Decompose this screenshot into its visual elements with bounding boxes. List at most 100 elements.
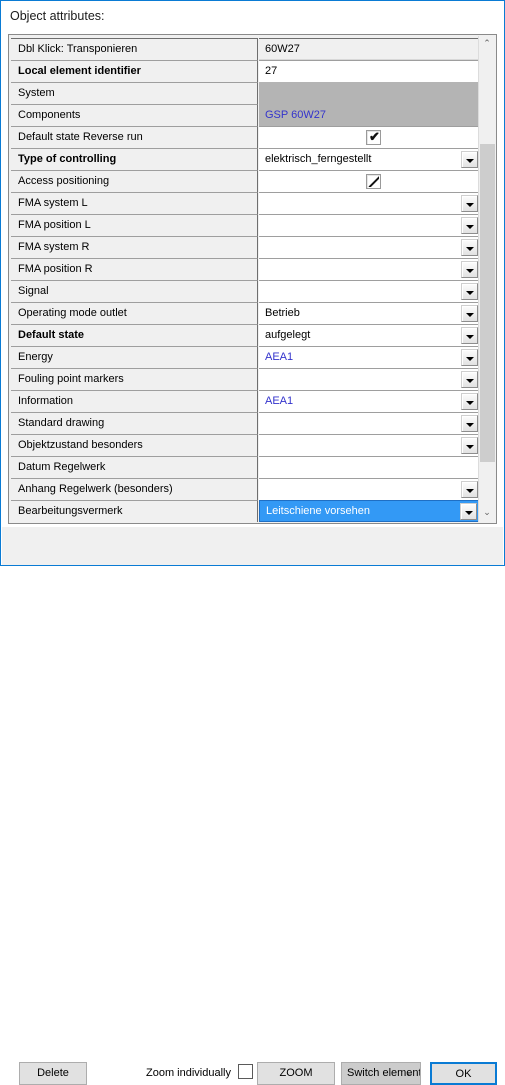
table-row[interactable]: Dbl Klick: Transponieren 60W27 xyxy=(10,38,480,60)
attribute-value[interactable] xyxy=(259,368,480,390)
attribute-label: Components xyxy=(11,104,258,126)
table-row[interactable]: Anhang Regelwerk (besonders) xyxy=(10,478,480,500)
dropdown-arrow-button[interactable] xyxy=(461,349,478,366)
attribute-value[interactable] xyxy=(259,412,480,434)
attribute-value[interactable]: 60W27 xyxy=(259,38,480,60)
zoom-individually-checkbox[interactable] xyxy=(238,1064,253,1079)
table-row[interactable]: FMA position R xyxy=(10,258,480,280)
zoom-individually-label: Zoom individually xyxy=(146,1067,231,1079)
table-row[interactable]: Local element identifier 27 xyxy=(10,60,480,82)
attribute-label: Access positioning xyxy=(11,170,258,192)
table-row[interactable]: Energy AEA1 xyxy=(10,346,480,368)
attribute-label: Type of controlling xyxy=(11,148,258,170)
delete-button[interactable]: Delete xyxy=(19,1062,87,1085)
scroll-down-arrow-icon[interactable]: ⌄ xyxy=(479,505,495,522)
attribute-value[interactable] xyxy=(259,170,480,192)
dropdown-arrow-button[interactable] xyxy=(461,371,478,388)
dropdown-arrow-button[interactable] xyxy=(461,151,478,168)
attribute-value[interactable] xyxy=(259,192,480,214)
scrollbar-thumb[interactable] xyxy=(480,144,495,462)
vertical-scrollbar[interactable]: ⌃ ⌄ xyxy=(478,36,495,522)
attribute-value[interactable] xyxy=(259,82,480,104)
attribute-value[interactable]: Leitschiene vorsehen xyxy=(259,500,480,522)
table-row[interactable]: FMA system R xyxy=(10,236,480,258)
table-row[interactable]: Components GSP 60W27 xyxy=(10,104,480,126)
table-row[interactable]: Default state Reverse run ✔ xyxy=(10,126,480,148)
caret-down-icon xyxy=(466,401,474,405)
attribute-value-text: elektrisch_ferngestellt xyxy=(265,153,372,165)
table-row[interactable]: Information AEA1 xyxy=(10,390,480,412)
caret-down-icon xyxy=(466,335,474,339)
dropdown-arrow-button[interactable] xyxy=(461,283,478,300)
dialog-header: Object attributes: xyxy=(1,1,504,33)
dropdown-arrow-button[interactable] xyxy=(461,239,478,256)
attribute-value[interactable] xyxy=(259,434,480,456)
dropdown-arrow-button[interactable] xyxy=(460,503,477,520)
attribute-label: Information xyxy=(11,390,258,412)
zoom-button[interactable]: ZOOM xyxy=(257,1062,335,1085)
dropdown-arrow-button[interactable] xyxy=(461,393,478,410)
dropdown-arrow-button[interactable] xyxy=(461,217,478,234)
attribute-value[interactable] xyxy=(259,456,480,478)
attribute-label: Fouling point markers xyxy=(11,368,258,390)
attribute-value[interactable] xyxy=(259,258,480,280)
caret-down-icon xyxy=(466,159,474,163)
switch-element-select[interactable]: Switch element ⌄ xyxy=(341,1062,421,1085)
attribute-label: Datum Regelwerk xyxy=(11,456,258,478)
caret-down-icon xyxy=(466,247,474,251)
attribute-value[interactable]: AEA1 xyxy=(259,390,480,412)
attribute-label: Energy xyxy=(11,346,258,368)
attribute-value[interactable]: Betrieb xyxy=(259,302,480,324)
table-row[interactable]: System xyxy=(10,82,480,104)
attribute-label: FMA position R xyxy=(11,258,258,280)
attribute-value[interactable]: GSP 60W27 xyxy=(259,104,480,126)
attribute-value[interactable] xyxy=(259,214,480,236)
attributes-grid-viewport: Dbl Klick: Transponieren 60W27 Local eleme… xyxy=(10,36,496,522)
attribute-value[interactable] xyxy=(259,236,480,258)
dropdown-arrow-button[interactable] xyxy=(461,437,478,454)
attributes-grid: Dbl Klick: Transponieren 60W27 Local eleme… xyxy=(8,34,497,524)
slash-icon xyxy=(368,176,379,187)
caret-down-icon xyxy=(466,445,474,449)
table-row[interactable]: Access positioning xyxy=(10,170,480,192)
attribute-label: Anhang Regelwerk (besonders) xyxy=(11,478,258,500)
attribute-label: Dbl Klick: Transponieren xyxy=(11,38,258,60)
table-row[interactable]: Default state aufgelegt xyxy=(10,324,480,346)
chevron-down-icon: ⌄ xyxy=(405,1068,414,1079)
dropdown-arrow-button[interactable] xyxy=(461,305,478,322)
caret-down-icon xyxy=(466,313,474,317)
dropdown-arrow-button[interactable] xyxy=(461,481,478,498)
dropdown-arrow-button[interactable] xyxy=(461,195,478,212)
checkbox-checked[interactable]: ✔ xyxy=(366,129,381,145)
table-row[interactable]: Operating mode outlet Betrieb xyxy=(10,302,480,324)
table-row[interactable]: Type of controlling elektrisch_ferngestel… xyxy=(10,148,480,170)
scroll-up-arrow-icon[interactable]: ⌃ xyxy=(479,36,495,53)
table-row[interactable]: Datum Regelwerk xyxy=(10,456,480,478)
attribute-value[interactable]: elektrisch_ferngestellt xyxy=(259,148,480,170)
attribute-value[interactable]: ✔ xyxy=(259,126,480,148)
attribute-label: Default state xyxy=(11,324,258,346)
attribute-value[interactable]: aufgelegt xyxy=(259,324,480,346)
table-row[interactable]: Standard drawing xyxy=(10,412,480,434)
ok-button[interactable]: OK xyxy=(430,1062,497,1085)
checkbox-mixed[interactable] xyxy=(366,174,381,189)
table-row[interactable]: Objektzustand besonders xyxy=(10,434,480,456)
dropdown-arrow-button[interactable] xyxy=(461,415,478,432)
attribute-value[interactable] xyxy=(259,280,480,302)
attribute-label: FMA position L xyxy=(11,214,258,236)
attribute-label: Signal xyxy=(11,280,258,302)
attribute-value[interactable]: 27 xyxy=(259,60,480,82)
attribute-value[interactable]: AEA1 xyxy=(259,346,480,368)
attribute-label: Bearbeitungsvermerk xyxy=(11,500,258,522)
table-row[interactable]: Signal xyxy=(10,280,480,302)
dropdown-arrow-button[interactable] xyxy=(461,327,478,344)
caret-down-icon xyxy=(466,269,474,273)
attribute-label: Operating mode outlet xyxy=(11,302,258,324)
dropdown-arrow-button[interactable] xyxy=(461,261,478,278)
attribute-label: FMA system L xyxy=(11,192,258,214)
table-row[interactable]: FMA system L xyxy=(10,192,480,214)
table-row[interactable]: Bearbeitungsvermerk Leitschiene vorsehen xyxy=(10,500,480,522)
table-row[interactable]: Fouling point markers xyxy=(10,368,480,390)
table-row[interactable]: FMA position L xyxy=(10,214,480,236)
attribute-value[interactable] xyxy=(259,478,480,500)
